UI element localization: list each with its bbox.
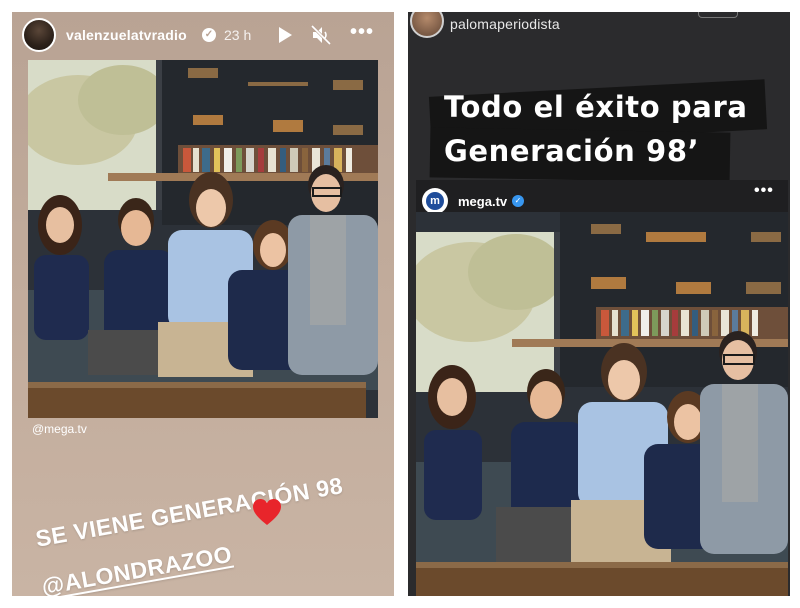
mute-icon[interactable]: [310, 24, 332, 46]
cast-photo: [28, 60, 378, 418]
cast-photo: [416, 212, 788, 596]
heart-icon: [253, 499, 281, 525]
story-left: valenzuelatvradio ✓ 23 h ••• @mega.tv SE…: [12, 12, 394, 596]
mention-link[interactable]: @ALONDRAZOO: [40, 541, 235, 596]
photo-credit[interactable]: @mega.tv: [32, 422, 87, 436]
more-icon[interactable]: •••: [350, 22, 376, 45]
verified-check-icon: ✓: [512, 195, 524, 207]
more-icon[interactable]: •••: [754, 182, 774, 200]
avatar[interactable]: [410, 12, 444, 38]
story-right: palomaperiodista Todo el éxito para Gene…: [408, 12, 790, 596]
play-icon[interactable]: [276, 26, 294, 44]
story-title: Todo el éxito para: [444, 90, 748, 124]
avatar[interactable]: [22, 18, 56, 52]
embedded-post-account[interactable]: mega.tv: [458, 194, 507, 209]
username[interactable]: palomaperiodista: [450, 16, 560, 32]
story-header: valenzuelatvradio ✓ 23 h •••: [12, 12, 394, 58]
verified-check-icon: ✓: [202, 28, 216, 42]
mega-logo-icon[interactable]: m: [422, 188, 448, 214]
caption-text: SE VIENE GENERACIÓN 98: [33, 472, 345, 552]
timestamp: 23 h: [224, 27, 252, 43]
header-control[interactable]: [698, 12, 738, 18]
story-title: Generación 98’: [444, 134, 700, 168]
username[interactable]: valenzuelatvradio: [66, 27, 187, 43]
